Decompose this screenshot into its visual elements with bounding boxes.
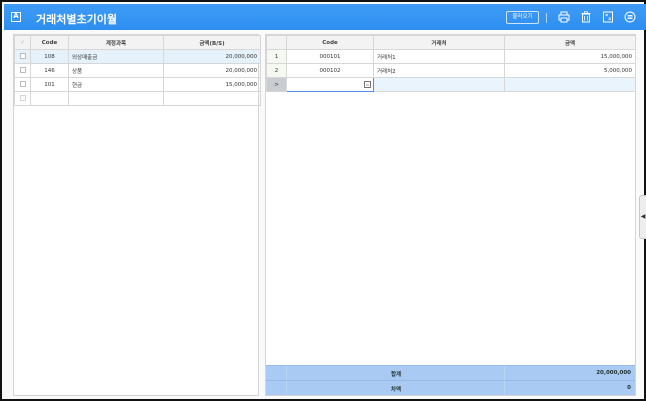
row-checkbox[interactable]	[19, 95, 26, 102]
column-header-rownum	[266, 35, 287, 50]
grid-header-row: Code 거래처 금액	[266, 35, 636, 50]
difference-label: 차액	[390, 387, 402, 393]
row-checkbox[interactable]	[19, 67, 26, 74]
difference-value: 0	[627, 385, 631, 391]
cell-amount[interactable]	[504, 77, 636, 92]
cell-account[interactable]: 외상매출금	[68, 49, 164, 64]
more-icon[interactable]	[624, 11, 636, 23]
trash-icon[interactable]	[580, 11, 592, 23]
select-all-checkbox[interactable]: ✓	[14, 35, 31, 50]
calculator-icon[interactable]	[602, 11, 614, 23]
cell-amount[interactable]: 15,000,000	[504, 49, 636, 64]
load-button[interactable]: 불러오기	[506, 11, 539, 24]
active-row-marker: >	[266, 77, 287, 92]
row-number: 2	[266, 63, 287, 78]
cell-code[interactable]: 101	[30, 77, 69, 92]
account-grid-panel: ✓ Code 계정과목 금액(B/S) 108 외상매출금 20,000,000…	[13, 34, 261, 396]
table-row-new[interactable]: > ▫	[266, 77, 636, 92]
grid-header-row: ✓ Code 계정과목 금액(B/S)	[14, 35, 261, 50]
table-row[interactable]: 108 외상매출금 20,000,000	[14, 49, 261, 64]
column-header-account[interactable]: 계정과목	[68, 35, 164, 50]
row-checkbox[interactable]	[19, 53, 26, 60]
cell-code[interactable]: 146	[30, 63, 69, 78]
cell-code[interactable]: 000101	[286, 49, 374, 64]
side-panel-toggle[interactable]: ◀	[639, 195, 646, 239]
total-label: 합계	[390, 372, 402, 378]
cell-amount[interactable]: 5,000,000	[504, 63, 636, 78]
column-header-code[interactable]: Code	[286, 35, 374, 50]
total-row: 합계 20,000,000	[266, 365, 635, 380]
title-bar: A 거래처별초기이월 불러오기	[4, 4, 646, 30]
cell-code[interactable]: 000102	[286, 63, 374, 78]
column-header-partner[interactable]: 거래처	[373, 35, 505, 50]
column-header-amount[interactable]: 금액(B/S)	[163, 35, 261, 50]
cell-amount[interactable]	[163, 91, 261, 106]
column-header-code[interactable]: Code	[30, 35, 69, 50]
table-row[interactable]: 146 상품 20,000,000	[14, 63, 261, 78]
cell-account[interactable]: 현금	[68, 77, 164, 92]
toolbar-divider	[546, 13, 547, 23]
cell-partner[interactable]: 거래처2	[373, 63, 505, 78]
partner-grid: Code 거래처 금액 1 000101 거래처1 15,000,000 2 0…	[266, 35, 636, 92]
cell-amount[interactable]: 20,000,000	[163, 49, 261, 64]
total-value: 20,000,000	[596, 370, 631, 376]
page-title: 거래처별초기이월	[36, 13, 117, 26]
app-logo-icon: A	[11, 12, 21, 22]
cell-partner[interactable]: 거래처1	[373, 49, 505, 64]
cell-account[interactable]	[68, 91, 164, 106]
cell-amount[interactable]: 15,000,000	[163, 77, 261, 92]
cell-amount[interactable]: 20,000,000	[163, 63, 261, 78]
cell-code[interactable]	[30, 91, 69, 106]
table-row[interactable]: 101 현금 15,000,000	[14, 77, 261, 92]
column-header-amount[interactable]: 금액	[504, 35, 636, 50]
row-checkbox[interactable]	[19, 81, 26, 88]
window-frame: A 거래처별초기이월 불러오기 ✓ Code 계정과목 금액(B/S) 108 …	[0, 0, 646, 401]
code-lookup-icon[interactable]: ▫	[364, 81, 371, 88]
account-grid: ✓ Code 계정과목 금액(B/S) 108 외상매출금 20,000,000…	[14, 35, 261, 106]
table-row[interactable]: 2 000102 거래처2 5,000,000	[266, 63, 636, 78]
printer-icon[interactable]	[558, 11, 570, 23]
code-input[interactable]: ▫	[286, 77, 374, 92]
cell-code[interactable]: 108	[30, 49, 69, 64]
cell-partner[interactable]	[373, 77, 505, 92]
cell-account[interactable]: 상품	[68, 63, 164, 78]
difference-row: 차액 0	[266, 380, 635, 395]
table-row[interactable]: 1 000101 거래처1 15,000,000	[266, 49, 636, 64]
row-number: 1	[266, 49, 287, 64]
partner-grid-panel: Code 거래처 금액 1 000101 거래처1 15,000,000 2 0…	[265, 34, 636, 396]
table-row-empty[interactable]	[14, 91, 261, 106]
